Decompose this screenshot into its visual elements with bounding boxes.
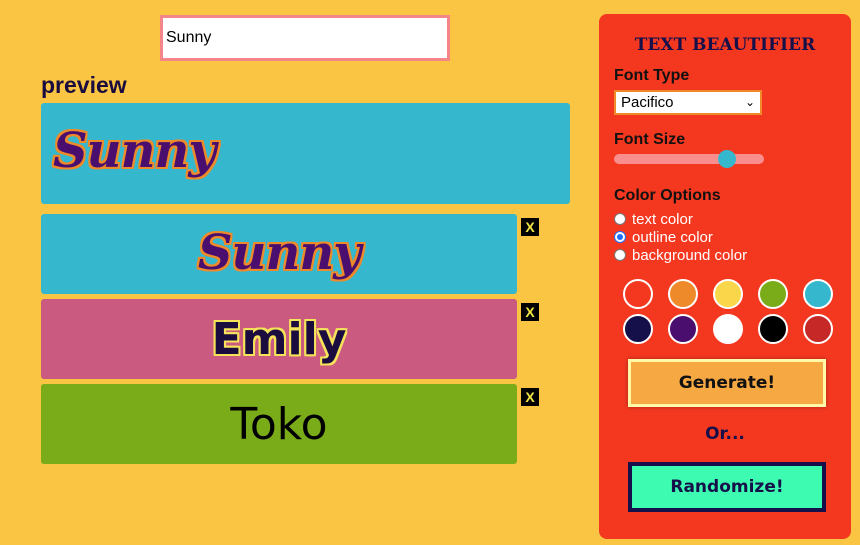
slider-thumb[interactable] <box>718 150 737 168</box>
preview-box: Sunny <box>41 103 570 204</box>
remove-button[interactable]: X <box>521 388 539 406</box>
color-swatch[interactable] <box>623 279 653 309</box>
color-swatch[interactable] <box>668 314 698 344</box>
color-swatch[interactable] <box>713 314 743 344</box>
color-swatch[interactable] <box>668 279 698 309</box>
font-size-label: Font Size <box>614 131 686 148</box>
color-swatch[interactable] <box>713 279 743 309</box>
list-item: Emily <box>41 299 517 379</box>
preview-heading: preview <box>41 72 127 98</box>
chevron-down-icon: ⌄ <box>744 95 755 109</box>
color-swatch[interactable] <box>758 314 788 344</box>
color-swatch[interactable] <box>803 279 833 309</box>
color-swatch[interactable] <box>758 279 788 309</box>
list-item-text: Emily <box>211 313 347 365</box>
radio-background-color[interactable]: background color <box>614 246 747 264</box>
beautifier-panel: TEXT BEAUTIFIER Font Type Pacifico ⌄ Fon… <box>599 14 851 539</box>
color-swatch[interactable] <box>803 314 833 344</box>
radio-button[interactable] <box>614 249 626 261</box>
radio-label: outline color <box>632 228 713 246</box>
radio-label: background color <box>632 246 748 264</box>
radio-text-color[interactable]: text color <box>614 210 693 228</box>
remove-button[interactable]: X <box>521 303 539 321</box>
color-options-label: Color Options <box>614 187 721 204</box>
or-text: Or... <box>705 424 745 444</box>
text-input[interactable] <box>160 15 450 61</box>
preview-text: Sunny <box>53 123 216 179</box>
list-item-text: Sunny <box>197 225 361 281</box>
color-swatch[interactable] <box>623 314 653 344</box>
panel-title: TEXT BEAUTIFIER <box>634 35 816 55</box>
radio-outline-color[interactable]: outline color <box>614 228 713 246</box>
radio-button[interactable] <box>614 213 626 225</box>
generate-button[interactable]: Generate! <box>628 359 826 407</box>
font-type-value: Pacifico <box>621 94 674 111</box>
radio-button[interactable] <box>614 231 626 243</box>
list-item-text: Toko <box>230 398 328 450</box>
radio-label: text color <box>632 210 693 228</box>
remove-button[interactable]: X <box>521 218 539 236</box>
font-size-slider[interactable] <box>614 150 764 168</box>
font-type-label: Font Type <box>614 67 690 84</box>
list-item: Sunny <box>41 214 517 294</box>
list-item: Toko <box>41 384 517 464</box>
font-type-select[interactable]: Pacifico ⌄ <box>614 90 762 115</box>
randomize-button[interactable]: Randomize! <box>628 462 826 512</box>
